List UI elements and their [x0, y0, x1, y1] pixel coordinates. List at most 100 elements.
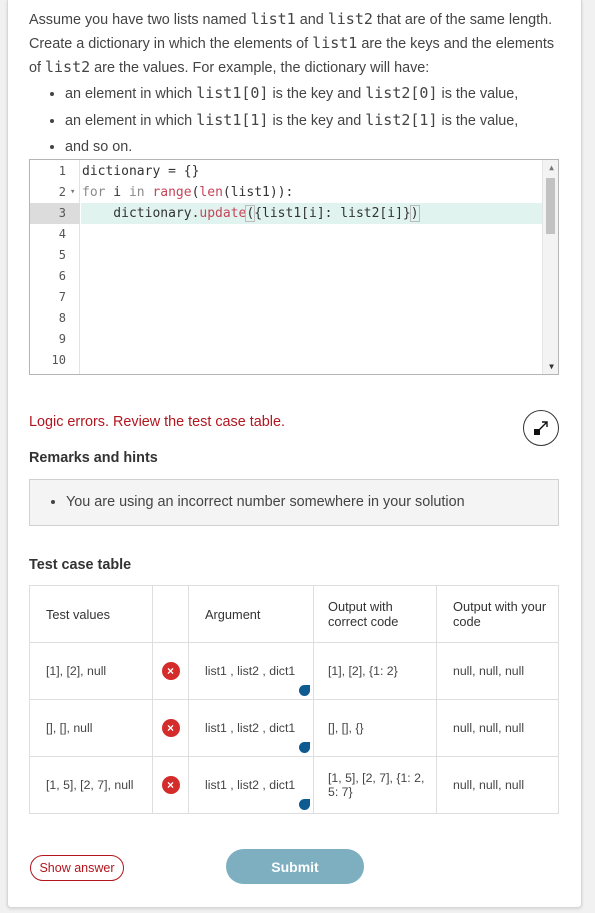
expand-icon — [534, 421, 548, 435]
example-item: an element in which list1[0] is the key … — [65, 80, 559, 107]
line-number: 6 — [58, 269, 66, 283]
table-row: [1, 5], [2, 7], null × list1 , list2 , d… — [29, 756, 559, 814]
code-line[interactable]: 7 — [30, 287, 542, 308]
example-list: an element in which list1[0] is the key … — [29, 80, 559, 160]
code-line[interactable]: 2 ▾ for i in range(len(list1)): — [30, 182, 542, 203]
line-number: 7 — [58, 290, 66, 304]
your-output-cell: null, null, null — [436, 642, 559, 700]
test-case-table: Test values Argument Output with correct… — [29, 585, 559, 814]
column-header — [152, 585, 189, 643]
line-number: 3 — [58, 206, 66, 220]
expand-button[interactable] — [523, 410, 559, 446]
code-token: (list1)): — [222, 185, 294, 200]
editor-scrollbar[interactable]: ▲ ▼ — [542, 160, 558, 374]
resize-handle-icon[interactable] — [299, 685, 310, 696]
your-output-cell: null, null, null — [436, 699, 559, 757]
prompt-text: is the value, — [437, 113, 519, 129]
correct-output-cell: [], [], {} — [313, 699, 437, 757]
code-token: dictionary = {} — [82, 164, 200, 179]
argument-text: list1 , list2 , dict1 — [205, 721, 296, 735]
prompt-text: Assume you have two lists named — [29, 12, 251, 28]
code-token: dictionary. — [82, 206, 200, 221]
table-row: [1], [2], null × list1 , list2 , dict1 [… — [29, 642, 559, 700]
code-list1: list1 — [250, 10, 296, 28]
code-editor[interactable]: 1 dictionary = {} 2 ▾ for i in range(len… — [29, 159, 559, 375]
fail-icon: × — [161, 719, 180, 737]
line-number: 10 — [51, 353, 66, 367]
scroll-up-icon[interactable]: ▲ — [549, 163, 554, 172]
table-header-row: Test values Argument Output with correct… — [29, 585, 559, 643]
argument-cell: list1 , list2 , dict1 — [188, 756, 314, 814]
code-line[interactable]: 8 — [30, 308, 542, 329]
keyword-token: in — [128, 185, 145, 200]
prompt-text: an element in which — [65, 86, 197, 102]
prompt-text: an element in which — [65, 113, 197, 129]
code-text[interactable]: dictionary.update({list1[i]: list2[i]}) — [82, 203, 420, 224]
hint-list: You are using an incorrect number somewh… — [30, 480, 558, 525]
line-number: 1 — [58, 164, 66, 178]
code-line[interactable]: 6 — [30, 266, 542, 287]
code-key: list1[1] — [196, 111, 269, 129]
code-list1: list1 — [312, 34, 358, 52]
code-line[interactable]: 4 — [30, 224, 542, 245]
scroll-thumb[interactable] — [546, 178, 555, 234]
status-cell: × — [152, 642, 189, 700]
correct-output-cell: [1, 5], [2, 7], {1: 2, 5: 7} — [313, 756, 437, 814]
argument-cell: list1 , list2 , dict1 — [188, 699, 314, 757]
argument-text: list1 , list2 , dict1 — [205, 778, 296, 792]
submit-button[interactable]: Submit — [226, 849, 364, 884]
prompt-text: is the key and — [268, 113, 366, 129]
code-key: list1[0] — [196, 84, 269, 102]
code-text[interactable]: for i in range(len(list1)): — [82, 182, 293, 203]
your-output-cell: null, null, null — [436, 756, 559, 814]
code-line[interactable]: 1 dictionary = {} — [30, 161, 542, 182]
remarks-heading: Remarks and hints — [29, 450, 158, 466]
problem-statement: Assume you have two lists named list1 an… — [29, 8, 559, 160]
code-line[interactable]: 9 — [30, 329, 542, 350]
code-text[interactable]: dictionary = {} — [82, 161, 199, 182]
prompt-text: is the value, — [437, 86, 519, 102]
column-header: Argument — [188, 585, 314, 643]
method-token: update — [199, 206, 247, 221]
test-values-cell: [], [], null — [29, 699, 153, 757]
line-number: 8 — [58, 311, 66, 325]
hint-box: You are using an incorrect number somewh… — [29, 479, 559, 526]
fold-toggle-icon[interactable]: ▾ — [70, 182, 75, 203]
code-line[interactable]: 5 — [30, 245, 542, 266]
code-value: list2[1] — [365, 111, 438, 129]
hint-item: You are using an incorrect number somewh… — [66, 480, 558, 525]
show-answer-button[interactable]: Show answer — [30, 855, 124, 881]
matched-bracket: ) — [409, 205, 420, 222]
fail-icon: × — [161, 776, 180, 794]
fail-icon: × — [161, 662, 180, 680]
column-header: Output with correct code — [313, 585, 437, 643]
column-header: Output with your code — [436, 585, 559, 643]
builtin-token: len — [199, 185, 223, 200]
problem-paragraph: Assume you have two lists named list1 an… — [29, 8, 559, 80]
test-case-heading: Test case table — [29, 557, 132, 573]
argument-cell: list1 , list2 , dict1 — [188, 642, 314, 700]
line-number: 2 — [58, 185, 66, 199]
column-header: Test values — [29, 585, 153, 643]
argument-text: list1 , list2 , dict1 — [205, 664, 296, 678]
status-cell: × — [152, 699, 189, 757]
resize-handle-icon[interactable] — [299, 799, 310, 810]
resize-handle-icon[interactable] — [299, 742, 310, 753]
prompt-text: and so on. — [65, 139, 133, 155]
scroll-down-icon[interactable]: ▼ — [549, 362, 554, 371]
prompt-text: and — [295, 12, 328, 28]
line-number: 9 — [58, 332, 66, 346]
exercise-card: Assume you have two lists named list1 an… — [7, 0, 582, 908]
example-item: and so on. — [65, 134, 559, 160]
example-item: an element in which list1[1] is the key … — [65, 107, 559, 134]
prompt-text: are the values. For example, the diction… — [90, 60, 430, 76]
builtin-token: range — [144, 185, 192, 200]
correct-output-cell: [1], [2], {1: 2} — [313, 642, 437, 700]
keyword-token: for — [82, 185, 106, 200]
test-values-cell: [1, 5], [2, 7], null — [29, 756, 153, 814]
code-line[interactable]: 10 — [30, 350, 542, 371]
code-line-active[interactable]: 3 dictionary.update({list1[i]: list2[i]}… — [30, 203, 543, 224]
line-number: 5 — [58, 248, 66, 262]
code-token: i — [105, 185, 129, 200]
test-values-cell: [1], [2], null — [29, 642, 153, 700]
